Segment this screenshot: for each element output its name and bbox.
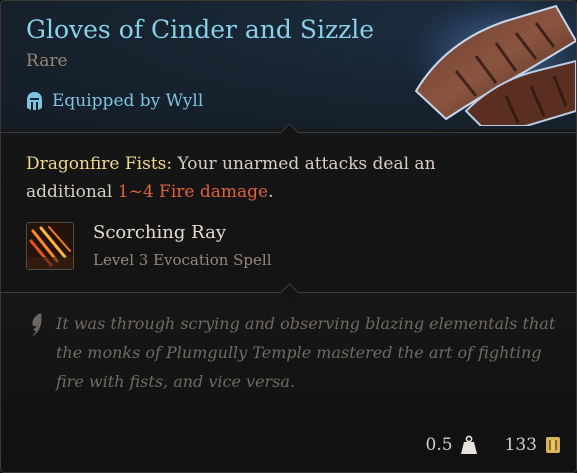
equipped-by-label: Equipped by Wyll (52, 91, 204, 111)
gloves-item-art (386, 1, 576, 126)
passive-damage: 1~4 Fire damage (117, 182, 269, 202)
spell-level: Level 3 Evocation Spell (93, 251, 272, 269)
passive-name: Dragonfire Fists: (26, 154, 173, 174)
item-rarity: Rare (26, 51, 68, 71)
weight-icon (460, 435, 477, 454)
passive-description: Dragonfire Fists: Your unarmed attacks d… (26, 150, 456, 206)
item-tooltip: Gloves of Cinder and Sizzle Rare Equippe… (0, 0, 577, 473)
quill-icon (32, 313, 42, 337)
scorching-ray-icon[interactable] (26, 222, 74, 270)
item-title: Gloves of Cinder and Sizzle (26, 15, 375, 44)
equipped-by: Equipped by Wyll (25, 91, 203, 111)
helmet-icon (27, 92, 42, 110)
lore-text: It was through scrying and observing bla… (56, 314, 556, 391)
spell-name: Scorching Ray (93, 222, 226, 243)
passive-text-after: . (268, 182, 274, 202)
gold-icon (546, 437, 560, 453)
item-footer: 0.5 133 (426, 435, 562, 455)
item-value: 133 (504, 435, 537, 455)
item-weight: 0.5 (425, 435, 453, 455)
